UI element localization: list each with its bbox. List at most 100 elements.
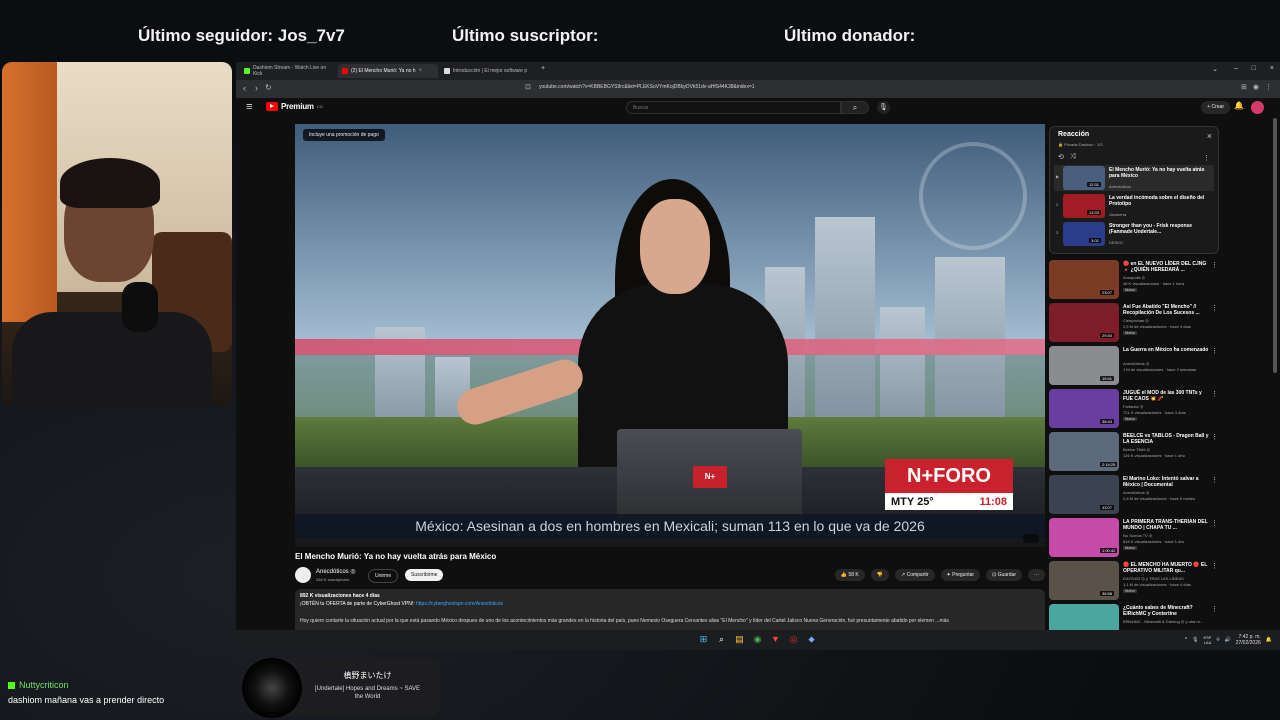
recommendation-item[interactable]: 23:07 🔴 en EL NUEVO LÍDER DEL CJNG 🔺 ¿QUI…: [1049, 260, 1218, 300]
minimize-icon[interactable]: –: [1234, 65, 1238, 72]
notification-icon[interactable]: 🔔: [1266, 637, 1272, 643]
extensions-icon[interactable]: ⊞: [1241, 83, 1247, 91]
reload-icon[interactable]: ↻: [265, 83, 272, 92]
youtube-logo[interactable]: Premium CO: [266, 102, 323, 111]
recommendation-item[interactable]: 29:40 Así Fue Abatido "El Mencho" // Reco…: [1049, 303, 1218, 343]
dislike-button[interactable]: 👎: [870, 569, 889, 581]
recommendation-item[interactable]: 36:58 🔴 EL MENCHO HA MUERTO 🔴 EL OPERATIV…: [1049, 561, 1218, 601]
obs-icon[interactable]: ◎: [788, 634, 799, 645]
video-player[interactable]: N+ Incluye una promoción de pago N+FORO …: [295, 124, 1045, 547]
duration: 43:07: [1100, 505, 1115, 510]
more-options-icon[interactable]: ⋮: [1211, 433, 1218, 441]
playlist-menu-icon[interactable]: ⋮: [1203, 154, 1210, 162]
hamburger-menu-icon[interactable]: ≡: [246, 101, 252, 113]
microphone-tray-icon[interactable]: 🎙: [1192, 637, 1198, 643]
recommendation-channel: Beelce Titleli ◎: [1123, 447, 1151, 452]
brave-icon[interactable]: ▼: [770, 634, 781, 645]
more-options-icon[interactable]: ⋮: [1211, 347, 1218, 355]
file-explorer-icon[interactable]: ▤: [734, 634, 745, 645]
search-icon[interactable]: ⌕: [716, 634, 727, 645]
create-button[interactable]: + Crear: [1201, 101, 1230, 114]
loop-icon[interactable]: ⟲: [1058, 153, 1064, 161]
network-icon[interactable]: ⌾: [1216, 637, 1219, 643]
duration: 38:43: [1100, 419, 1115, 424]
join-button[interactable]: Unirme: [368, 569, 399, 583]
recommendation-item[interactable]: 38:43 JUGUÉ el MOD de las 300 TNTs y FUE …: [1049, 389, 1218, 429]
ask-button[interactable]: ✦ Preguntar: [940, 569, 981, 581]
close-window-icon[interactable]: ×: [1270, 65, 1274, 72]
video-title: El Mencho Murió: Ya no hay vuelta atrás …: [295, 552, 497, 561]
playlist-title[interactable]: Reacción: [1058, 131, 1089, 138]
shuffle-icon[interactable]: ⤨: [1070, 153, 1076, 161]
scrollbar[interactable]: [1273, 118, 1277, 373]
like-button[interactable]: 👍 58 K: [834, 569, 865, 581]
recommendation-item[interactable]: 2:14:25 BEELCE vs TABLOS - Dragon Ball y …: [1049, 432, 1218, 472]
channel-name[interactable]: Anecdóticos ◎: [316, 568, 356, 575]
windows-start-icon[interactable]: ⊞: [698, 634, 709, 645]
new-badge: Nuevo: [1123, 546, 1138, 550]
app-icon[interactable]: ⬥: [806, 634, 817, 645]
anchor-face: [640, 199, 710, 294]
close-tab-icon[interactable]: ×: [419, 68, 423, 74]
recommendation-title: ¿Cuánto sabes de Minecraft? ElRichMC y C…: [1123, 605, 1193, 617]
address-bar: ‹ › ↻ ⊡ youtube.com/watch?v=KBBEBGYS9rc&…: [236, 80, 1280, 98]
tab-youtube[interactable]: (2) El Mencho Murió: Ya no h ×: [338, 64, 438, 78]
url-field[interactable]: youtube.com/watch?v=KBBEBGYS9rc&list=PLE…: [539, 84, 755, 90]
player-settings-icon[interactable]: [1023, 534, 1039, 543]
stream-info-bar: Último seguidor: Jos_7v7 Último suscript…: [0, 18, 1280, 54]
playlist-controls: ⟲ ⤨: [1058, 153, 1075, 161]
new-tab-icon[interactable]: +: [541, 65, 545, 72]
playlist-item-number: 3: [1056, 230, 1059, 235]
more-options-icon[interactable]: ⋮: [1211, 562, 1218, 570]
playlist-item[interactable]: ▶ 12:31 El Mencho Murió: Ya no hay vuelt…: [1054, 165, 1214, 191]
view-stats: 892 K visualizaciones hace 4 días: [300, 593, 380, 599]
last-subscriber: Último suscriptor:: [452, 26, 599, 45]
forward-icon[interactable]: ›: [255, 83, 258, 93]
profile-icon[interactable]: ◉: [1253, 83, 1259, 91]
tab-kick[interactable]: Dashiom Stream - Watch Live on Kick: [240, 64, 340, 78]
paid-promotion-label[interactable]: Incluye una promoción de pago: [303, 129, 385, 141]
more-options-icon[interactable]: ⋮: [1211, 304, 1218, 312]
recommendation-item[interactable]: 43:07 El Marino Loko: Intentó salvar a Mé…: [1049, 475, 1218, 515]
channel-avatar[interactable]: [295, 567, 311, 583]
playlist-item[interactable]: 2 13:33 La verdad incómoda sobre el dise…: [1054, 193, 1214, 219]
clock-date: 27/02/2026: [1235, 640, 1261, 646]
language-indicator[interactable]: ESP LAA: [1203, 635, 1211, 645]
more-options-icon[interactable]: ⋮: [1211, 390, 1218, 398]
close-playlist-icon[interactable]: ×: [1207, 131, 1212, 141]
promo-link[interactable]: https://cyberghostvpn.com/Anecdoticos: [416, 601, 503, 607]
now-playing-widget: 槙野まいたけ [Undertale] Hopes and Dreams ~ SA…: [240, 658, 440, 718]
new-badge: Nuevo: [1123, 417, 1138, 421]
playlist-item[interactable]: 3 3:02 Stronger than you - Frisk respons…: [1054, 221, 1214, 247]
recommendation-item[interactable]: 19:41 La Guerra en México ha comenzado Ane…: [1049, 346, 1218, 386]
recommendation-item[interactable]: 1:00:42 LA PRIMERA TRANS-THERIAN DEL MUND…: [1049, 518, 1218, 558]
share-button[interactable]: ↗ Compartir: [895, 569, 935, 581]
account-avatar[interactable]: [1251, 101, 1264, 114]
more-options-icon[interactable]: ⋮: [1211, 605, 1218, 613]
settings-menu-icon[interactable]: ⋮: [1265, 83, 1272, 91]
bookmark-icon[interactable]: ⊡: [525, 83, 531, 91]
search-button[interactable]: ⌕: [841, 101, 869, 114]
tray-chevron-icon[interactable]: ^: [1185, 637, 1187, 643]
notifications-bell-icon[interactable]: 🔔: [1234, 101, 1244, 110]
voice-search-icon[interactable]: 🎙: [877, 101, 890, 114]
tab-bar: Dashiom Stream - Watch Live on Kick (2) …: [236, 62, 1280, 80]
duration: 2:14:25: [1100, 462, 1118, 467]
tab-search-icon[interactable]: ⌄: [1212, 65, 1218, 73]
back-icon[interactable]: ‹: [243, 83, 246, 93]
more-actions-button[interactable]: ···: [1028, 569, 1045, 581]
more-options-icon[interactable]: ⋮: [1211, 476, 1218, 484]
recommendation-views: 1 M de visualizaciones · hace 2 semanas: [1123, 367, 1197, 372]
more-options-icon[interactable]: ⋮: [1211, 261, 1218, 269]
maximize-icon[interactable]: □: [1252, 65, 1256, 72]
search-input[interactable]: Buscar: [626, 101, 841, 114]
watermark-icon: [919, 142, 1027, 250]
tab-software[interactable]: Introducción | El mejor software p: [440, 64, 540, 78]
chrome-icon[interactable]: ◉: [752, 634, 763, 645]
taskbar-clock[interactable]: 7:42 p. m. 27/02/2026: [1236, 634, 1261, 646]
volume-icon[interactable]: 🔊: [1225, 637, 1231, 643]
subscribe-button[interactable]: Suscribirme: [405, 569, 444, 581]
recommendation-channel: Cienpochas ◎: [1123, 318, 1149, 323]
save-button[interactable]: ⊡ Guardar: [986, 569, 1022, 581]
more-options-icon[interactable]: ⋮: [1211, 519, 1218, 527]
